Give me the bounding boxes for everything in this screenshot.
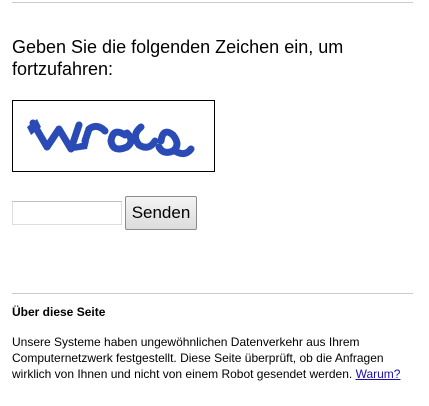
- captcha-input[interactable]: [12, 201, 122, 225]
- top-divider: [12, 2, 413, 3]
- captcha-image: [12, 100, 215, 172]
- about-body: Unsere Systeme haben ungewöhnlichen Date…: [12, 335, 384, 381]
- submit-button[interactable]: Senden: [125, 196, 197, 230]
- section-divider: [12, 293, 413, 294]
- about-heading: Über diese Seite: [12, 305, 106, 319]
- about-text: Unsere Systeme haben ungewöhnlichen Date…: [12, 334, 412, 382]
- captcha-distorted-text: [27, 119, 195, 158]
- why-link[interactable]: Warum?: [356, 367, 401, 381]
- captcha-prompt: Geben Sie die folgenden Zeichen ein, um …: [12, 37, 344, 79]
